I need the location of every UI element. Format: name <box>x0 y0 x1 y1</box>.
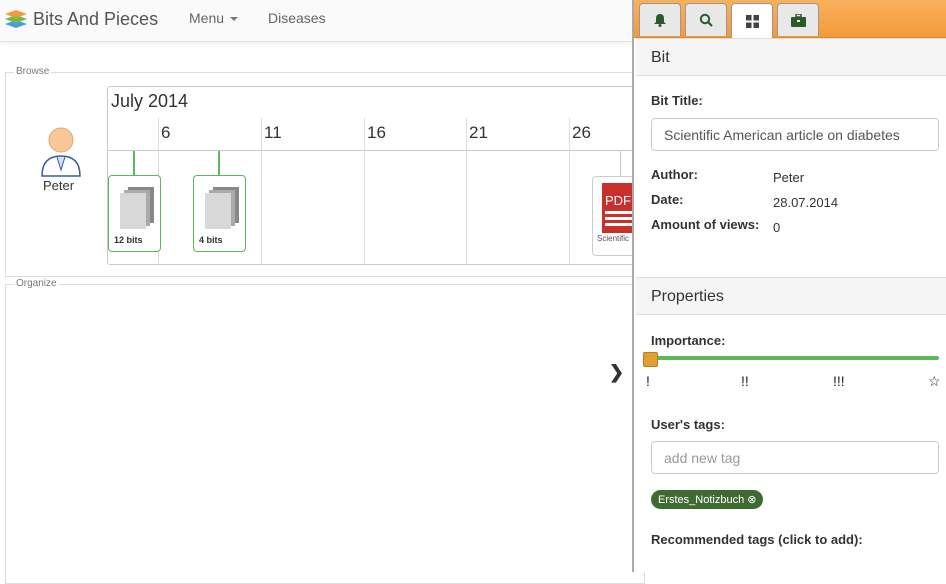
importance-label: Importance: <box>651 333 726 348</box>
user-name: Peter <box>43 178 75 193</box>
tab-search[interactable] <box>685 3 727 36</box>
timeline-stem <box>133 151 135 176</box>
bit-title-label: Bit Title: <box>651 93 703 108</box>
timeline-stem <box>218 151 220 176</box>
nav-link-diseases[interactable]: Diseases <box>268 10 326 26</box>
timeline-day-label: 26 <box>572 123 591 142</box>
document-stack-icon <box>205 187 239 229</box>
importance-slider-handle[interactable] <box>643 352 658 367</box>
organize-legend: Organize <box>14 278 59 289</box>
brand-logo[interactable]: Bits And Pieces <box>5 8 158 30</box>
star-icon: ☆ <box>928 373 941 389</box>
recommended-tags-label: Recommended tags (click to add): <box>651 532 863 547</box>
timeline-day-label: 21 <box>469 123 488 142</box>
tab-grid[interactable] <box>731 3 773 38</box>
caret-down-icon <box>230 17 239 22</box>
new-tag-input[interactable] <box>651 441 939 474</box>
pdf-bit-label: Scientific <box>597 234 630 243</box>
tab-briefcase[interactable] <box>777 3 819 36</box>
nav-menu-dropdown[interactable]: Menu <box>189 10 239 26</box>
user-tags-label: User's tags: <box>651 417 725 432</box>
timeline-month: July 2014 <box>111 91 189 111</box>
timeline-gridline <box>466 118 467 264</box>
importance-tick: ! <box>646 373 650 389</box>
date-value: 28.07.2014 <box>773 195 839 210</box>
browse-legend: Browse <box>14 66 52 77</box>
timeline-axis-line <box>108 150 643 151</box>
document-stack-icon <box>120 187 154 229</box>
bell-icon <box>654 14 666 27</box>
importance-tick: !!! <box>833 373 845 389</box>
layers-icon <box>5 10 27 28</box>
views-value: 0 <box>773 220 781 235</box>
grid-icon <box>745 14 759 28</box>
brand-name: Bits And Pieces <box>33 8 159 29</box>
properties-section-header: Properties <box>636 277 946 315</box>
briefcase-icon <box>790 13 806 27</box>
panel-tab-bar <box>634 0 946 38</box>
timeline-day-label: 16 <box>367 123 386 142</box>
timeline-gridline <box>364 118 365 264</box>
timeline-day-label: 6 <box>161 123 171 142</box>
pdf-icon-text: PDF <box>605 193 631 208</box>
importance-slider-track[interactable] <box>649 356 939 360</box>
author-label: Author: <box>651 167 698 182</box>
bit-section-header: Bit <box>636 38 946 76</box>
views-label: Amount of views: <box>651 217 760 232</box>
timeline <box>107 86 647 265</box>
date-label: Date: <box>651 192 684 207</box>
nav-menu-label: Menu <box>189 10 225 26</box>
bits-card-label: 12 bits <box>114 235 143 245</box>
tab-notifications[interactable] <box>639 3 681 36</box>
bits-card[interactable]: 12 bits <box>108 175 161 252</box>
author-value: Peter <box>773 170 805 185</box>
bits-card-label: 4 bits <box>199 235 223 245</box>
organize-section: Organize <box>5 278 645 584</box>
importance-tick: !! <box>741 373 749 389</box>
timeline-day-label: 11 <box>264 123 282 142</box>
bit-title-input[interactable] <box>651 118 939 151</box>
timeline-gridline <box>261 118 262 264</box>
user-avatar[interactable] <box>40 126 82 178</box>
search-icon <box>699 13 713 27</box>
bits-card[interactable]: 4 bits <box>193 175 246 252</box>
tag-chip[interactable]: Erstes_Notizbuch ⊗ <box>651 490 764 509</box>
user-icon <box>41 127 81 177</box>
timeline-gridline <box>569 118 570 264</box>
chevron-right-icon[interactable]: ❯ <box>609 362 624 383</box>
timeline-stem <box>620 151 621 176</box>
